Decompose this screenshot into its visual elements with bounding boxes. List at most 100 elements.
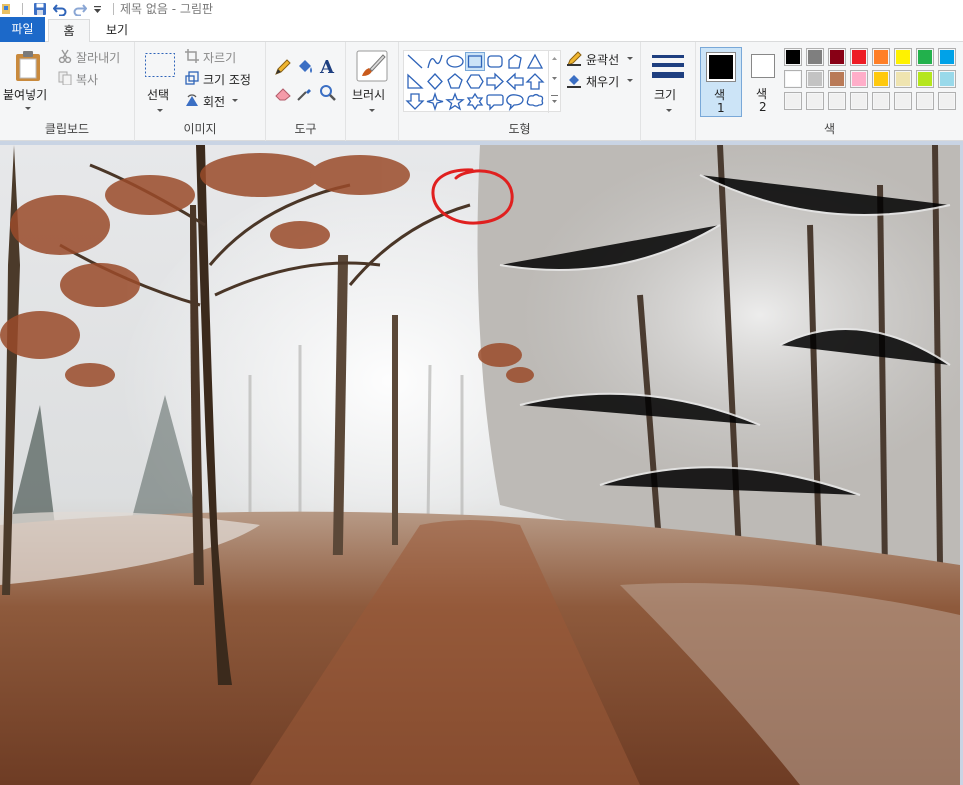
shape-rectangle[interactable] xyxy=(465,52,485,71)
image-group: 선택 자르기 크기 조정 회전 이미지 xyxy=(135,42,266,141)
fill-bucket-icon[interactable] xyxy=(296,58,314,76)
shape-oval[interactable] xyxy=(445,52,465,71)
crop-label: 자르기 xyxy=(203,51,237,65)
shape-line[interactable] xyxy=(405,52,425,71)
palette-swatch-fill xyxy=(940,94,954,108)
brushes-button[interactable]: 브러시 xyxy=(348,48,398,118)
shapes-gallery xyxy=(403,50,561,113)
shape-five-point-star[interactable] xyxy=(445,92,465,111)
palette-swatch[interactable] xyxy=(894,48,912,66)
palette-swatch-fill xyxy=(852,50,866,64)
save-icon[interactable] xyxy=(33,2,47,16)
palette-swatch-fill xyxy=(874,50,888,64)
select-button[interactable]: 선택 xyxy=(141,48,179,118)
shape-up-arrow[interactable] xyxy=(525,72,545,91)
palette-swatch[interactable] xyxy=(850,48,868,66)
tab-home[interactable]: 홈 xyxy=(48,19,90,43)
shape-triangle[interactable] xyxy=(525,52,545,71)
cut-button[interactable]: 잘라내기 xyxy=(58,48,134,66)
cut-label: 잘라내기 xyxy=(76,51,121,65)
shape-oval-callout[interactable] xyxy=(505,92,525,112)
shape-rounded-callout[interactable] xyxy=(485,92,505,111)
pencil-icon[interactable] xyxy=(274,58,292,76)
fill-button[interactable]: 채우기 xyxy=(566,72,638,90)
palette-swatch[interactable] xyxy=(872,92,890,110)
palette-swatch[interactable] xyxy=(872,48,890,66)
palette-swatch-fill xyxy=(830,50,844,64)
shape-right-arrow[interactable] xyxy=(485,72,505,91)
palette-swatch[interactable] xyxy=(828,70,846,88)
palette-swatch[interactable] xyxy=(938,48,956,66)
paste-button[interactable]: 붙여넣기 xyxy=(2,46,54,118)
palette-swatch[interactable] xyxy=(850,70,868,88)
resize-button[interactable]: 크기 조정 xyxy=(185,70,265,88)
redo-icon[interactable] xyxy=(73,2,87,16)
shape-left-arrow[interactable] xyxy=(505,72,525,91)
palette-swatch[interactable] xyxy=(828,48,846,66)
color2-button[interactable]: 색 2 xyxy=(744,47,780,117)
brushes-label: 브러시 xyxy=(352,88,386,102)
palette-swatch[interactable] xyxy=(806,48,824,66)
palette-swatch-fill xyxy=(786,50,800,64)
color1-button[interactable]: 색 1 xyxy=(700,47,742,117)
shape-curve[interactable] xyxy=(425,52,445,71)
palette-swatch[interactable] xyxy=(784,92,802,110)
palette-swatch[interactable] xyxy=(784,48,802,66)
color1-number: 1 xyxy=(717,101,725,115)
palette-swatch-fill xyxy=(830,72,844,86)
select-icon xyxy=(145,53,175,77)
palette-swatch[interactable] xyxy=(828,92,846,110)
palette-swatch[interactable] xyxy=(806,70,824,88)
shape-four-point-star[interactable] xyxy=(425,91,445,112)
tab-file[interactable]: 파일 xyxy=(0,17,45,42)
shape-pentagon[interactable] xyxy=(445,72,465,91)
palette-swatch[interactable] xyxy=(916,92,934,110)
palette-swatch[interactable] xyxy=(938,70,956,88)
palette-swatch[interactable] xyxy=(894,92,912,110)
copy-button[interactable]: 복사 xyxy=(58,70,118,88)
chevron-down-icon xyxy=(157,109,163,112)
shape-six-point-star[interactable] xyxy=(465,92,485,111)
size-button[interactable]: 크기 xyxy=(647,48,691,118)
crop-button[interactable]: 자르기 xyxy=(185,48,265,66)
tools-group: A 도구 xyxy=(266,42,346,141)
palette-swatch[interactable] xyxy=(916,48,934,66)
palette-swatch-fill xyxy=(874,94,888,108)
shape-down-arrow[interactable] xyxy=(405,92,425,111)
drawing-canvas[interactable] xyxy=(0,145,960,785)
undo-icon[interactable] xyxy=(53,2,67,16)
shape-right-triangle[interactable] xyxy=(405,72,425,91)
shapes-gallery-scroll[interactable] xyxy=(548,51,560,113)
outline-button[interactable]: 윤곽선 xyxy=(566,50,638,68)
shape-polygon[interactable] xyxy=(505,52,525,71)
tab-view[interactable]: 보기 xyxy=(95,19,139,42)
shape-rounded-rectangle[interactable] xyxy=(485,52,505,71)
color1-swatch xyxy=(706,52,736,82)
chevron-down-icon xyxy=(627,79,633,82)
palette-swatch-fill xyxy=(808,94,822,108)
crop-icon xyxy=(185,49,199,63)
rotate-label: 회전 xyxy=(203,95,226,109)
palette-swatch[interactable] xyxy=(806,92,824,110)
palette-swatch[interactable] xyxy=(850,92,868,110)
palette-swatch[interactable] xyxy=(938,92,956,110)
magnifier-icon[interactable] xyxy=(319,84,337,102)
scissors-icon xyxy=(58,49,72,63)
palette-swatch[interactable] xyxy=(872,70,890,88)
palette-swatch[interactable] xyxy=(894,70,912,88)
palette-swatch[interactable] xyxy=(916,70,934,88)
rotate-button[interactable]: 회전 xyxy=(185,92,265,110)
clipboard-group-label: 클립보드 xyxy=(44,122,90,136)
ribbon: 붙여넣기 잘라내기 복사 클립보드 선택 자르기 크기 조정 회전 이미지 A … xyxy=(0,42,963,141)
text-tool-icon[interactable]: A xyxy=(319,56,337,76)
shape-cloud-callout[interactable] xyxy=(525,92,545,111)
customize-quick-access-icon[interactable] xyxy=(93,2,103,16)
shape-hexagon[interactable] xyxy=(465,72,485,91)
rotate-icon xyxy=(186,94,198,106)
outline-label: 윤곽선 xyxy=(586,53,620,67)
eraser-icon[interactable] xyxy=(274,84,292,102)
color-picker-icon[interactable] xyxy=(296,84,314,102)
palette-swatch[interactable] xyxy=(784,70,802,88)
size-group: 크기 xyxy=(641,42,696,141)
shape-diamond[interactable] xyxy=(425,72,445,91)
